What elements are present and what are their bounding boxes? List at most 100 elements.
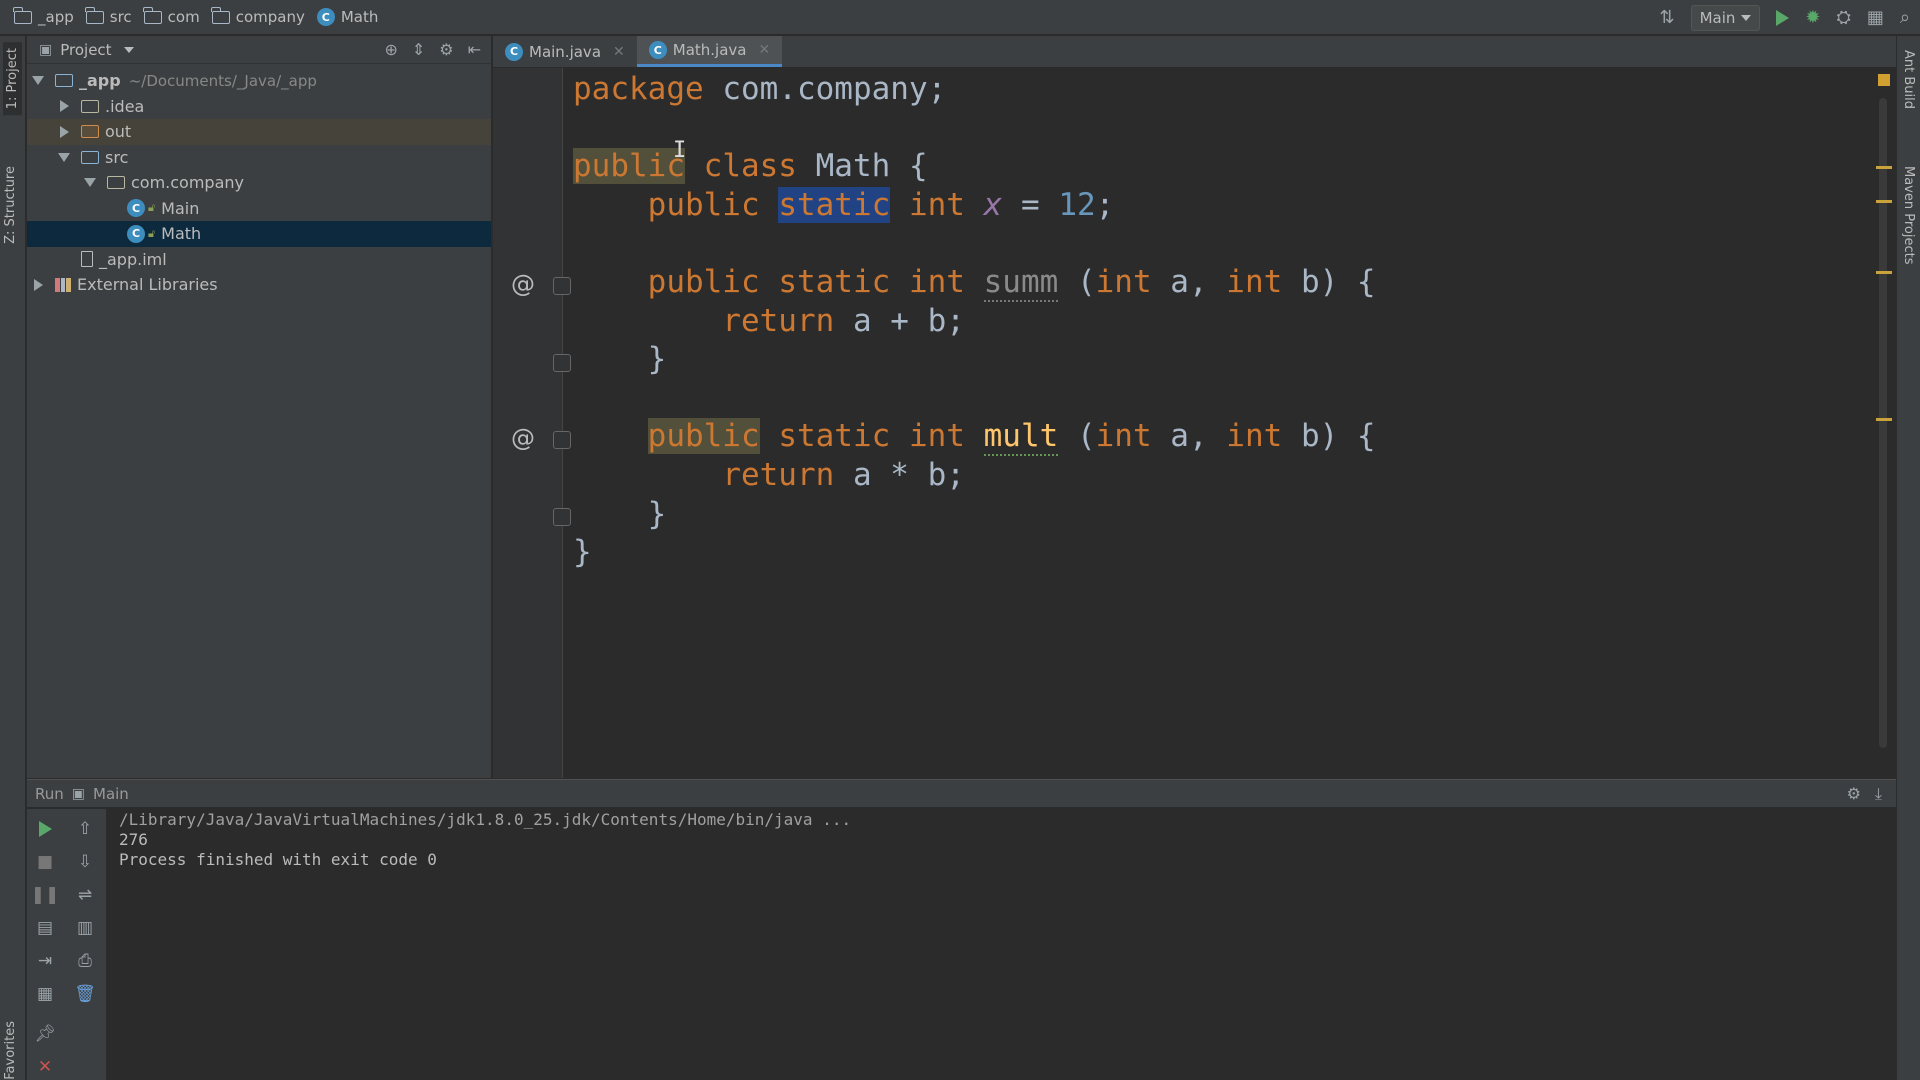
inspection-status-icon[interactable]: [1878, 74, 1890, 86]
arrow-up-icon[interactable]: ⇧: [75, 819, 95, 839]
code-token: int: [908, 186, 965, 223]
fold-icon[interactable]: [553, 277, 571, 295]
class-icon: C: [127, 199, 145, 218]
hide-panel-icon[interactable]: ⇤: [468, 40, 481, 59]
gear-icon[interactable]: ⚙: [439, 40, 453, 59]
code-editor[interactable]: @ @ package com.company; public class Ma…: [493, 68, 1896, 778]
package-icon: [107, 176, 125, 190]
breadcrumb-item-math[interactable]: C Math: [313, 0, 387, 34]
project-panel: ▣ Project ⊕ ⇕ ⚙ ⇤ _app ~/Documents/_Java…: [27, 36, 492, 778]
debug-icon[interactable]: ✹: [1805, 8, 1820, 27]
run-config-label: Main: [1699, 8, 1736, 27]
code-line: public class Math {: [573, 147, 1376, 186]
code-token: static: [778, 418, 891, 455]
access-icon: 🔓︎: [148, 226, 156, 240]
tree-node-iml[interactable]: _app.iml: [27, 247, 491, 273]
tree-node-out[interactable]: out: [27, 119, 491, 145]
editor-scrollbar[interactable]: [1879, 98, 1887, 748]
tree-node-package[interactable]: com.company: [27, 170, 491, 196]
code-area[interactable]: package com.company; public class Math {…: [573, 70, 1376, 572]
tree-node-src[interactable]: src: [27, 145, 491, 171]
project-view-title[interactable]: Project: [60, 41, 111, 59]
tree-node-app[interactable]: _app ~/Documents/_Java/_app: [27, 68, 491, 94]
exit-icon[interactable]: ⇥: [35, 951, 55, 971]
pause-icon[interactable]: ❚❚: [31, 885, 60, 905]
chevron-down-icon[interactable]: [123, 46, 134, 53]
rerun-icon[interactable]: [35, 819, 55, 839]
close-icon[interactable]: ✕: [758, 42, 770, 58]
run-configuration-select[interactable]: Main: [1690, 4, 1761, 31]
trash-icon[interactable]: 🗑︎: [74, 984, 96, 1004]
code-token: int: [1226, 263, 1283, 300]
scroll-to-end-icon[interactable]: ▥: [75, 918, 95, 938]
warning-stripe[interactable]: [1876, 166, 1892, 169]
collapse-all-icon[interactable]: ⇕: [412, 40, 425, 59]
override-marker-icon[interactable]: @: [511, 424, 535, 452]
expand-arrow-icon[interactable]: [57, 152, 71, 162]
gear-icon[interactable]: ⚙: [1847, 784, 1861, 804]
code-token: summ: [983, 263, 1059, 302]
warning-stripe[interactable]: [1876, 418, 1892, 421]
tree-node-external-libraries[interactable]: External Libraries: [27, 272, 491, 298]
fold-icon[interactable]: [553, 354, 571, 372]
class-icon: C: [127, 224, 145, 243]
override-marker-icon[interactable]: @: [511, 270, 535, 298]
project-view-icon: ▣: [39, 41, 53, 58]
breadcrumb-item-company[interactable]: company: [208, 0, 313, 34]
tree-node-label: External Libraries: [77, 275, 218, 295]
close-icon[interactable]: ✕: [35, 1057, 55, 1077]
tab-project[interactable]: 1: Project: [3, 42, 22, 116]
expand-arrow-icon[interactable]: [83, 178, 97, 188]
left-tool-stripe: 1: Project Z: Structure Favorites: [0, 36, 26, 1080]
breadcrumb-label: _app: [38, 8, 74, 26]
tab-math-java[interactable]: C Math.java ✕: [636, 36, 783, 67]
fold-icon[interactable]: [553, 508, 571, 526]
dump-threads-icon[interactable]: ▤: [35, 918, 55, 938]
code-line: }: [573, 495, 1376, 534]
code-token: return: [722, 456, 835, 493]
collapse-arrow-icon[interactable]: [57, 100, 71, 113]
collapse-arrow-icon[interactable]: [57, 125, 71, 138]
coverage-icon[interactable]: ⛭: [1836, 8, 1850, 27]
warning-stripe[interactable]: [1876, 271, 1892, 274]
tree-node-main[interactable]: C 🔓︎ Main: [27, 196, 491, 222]
expand-arrow-icon[interactable]: [31, 76, 45, 86]
arrow-down-icon[interactable]: ⇩: [75, 852, 95, 872]
tree-node-math[interactable]: C 🔓︎ Math: [27, 221, 491, 247]
soft-wrap-icon[interactable]: ⇌: [75, 885, 95, 905]
tab-maven-projects[interactable]: Maven Projects: [1901, 166, 1916, 265]
stop-icon[interactable]: ■: [35, 852, 55, 872]
run-config-tab[interactable]: Main: [93, 785, 129, 803]
breadcrumb-item-app[interactable]: _app: [10, 0, 82, 34]
tree-node-label: out: [105, 122, 132, 142]
run-icon[interactable]: [1776, 9, 1790, 26]
vcs-update-icon[interactable]: ⇅: [1659, 8, 1674, 27]
code-line: return a * b;: [573, 456, 1376, 495]
breadcrumb-label: com: [167, 8, 200, 26]
tab-main-java[interactable]: C Main.java ✕: [493, 36, 637, 67]
tab-favorites[interactable]: Favorites: [3, 1021, 18, 1080]
tab-structure[interactable]: Z: Structure: [3, 166, 18, 244]
close-icon[interactable]: ✕: [613, 44, 625, 60]
code-token: int: [908, 418, 965, 455]
collapse-arrow-icon[interactable]: [31, 278, 45, 291]
layout-icon[interactable]: ▦: [35, 984, 55, 1004]
breadcrumb-item-com[interactable]: com: [140, 0, 208, 34]
console-output[interactable]: /Library/Java/JavaVirtualMachines/jdk1.8…: [119, 810, 851, 870]
search-icon[interactable]: ⌕: [1900, 8, 1910, 27]
tree-node-idea[interactable]: .idea: [27, 94, 491, 120]
scroll-from-source-icon[interactable]: ⊕: [384, 40, 397, 59]
tab-ant-build[interactable]: Ant Build: [1901, 50, 1916, 109]
project-structure-icon[interactable]: ▦: [1867, 8, 1884, 27]
code-token: a * b;: [834, 456, 965, 493]
print-icon[interactable]: ⎙: [75, 951, 95, 971]
breadcrumb-item-src[interactable]: src: [82, 0, 140, 34]
fold-icon[interactable]: [553, 431, 571, 449]
tree-node-label: src: [105, 147, 129, 167]
code-line: public static int mult (int a, int b) {: [647, 418, 1376, 457]
hide-panel-icon[interactable]: ⤓: [1875, 784, 1882, 804]
source-folder-icon: [81, 150, 99, 164]
folder-icon: [143, 6, 162, 24]
pin-icon[interactable]: 📌︎: [34, 1024, 56, 1044]
warning-stripe[interactable]: [1876, 200, 1892, 203]
